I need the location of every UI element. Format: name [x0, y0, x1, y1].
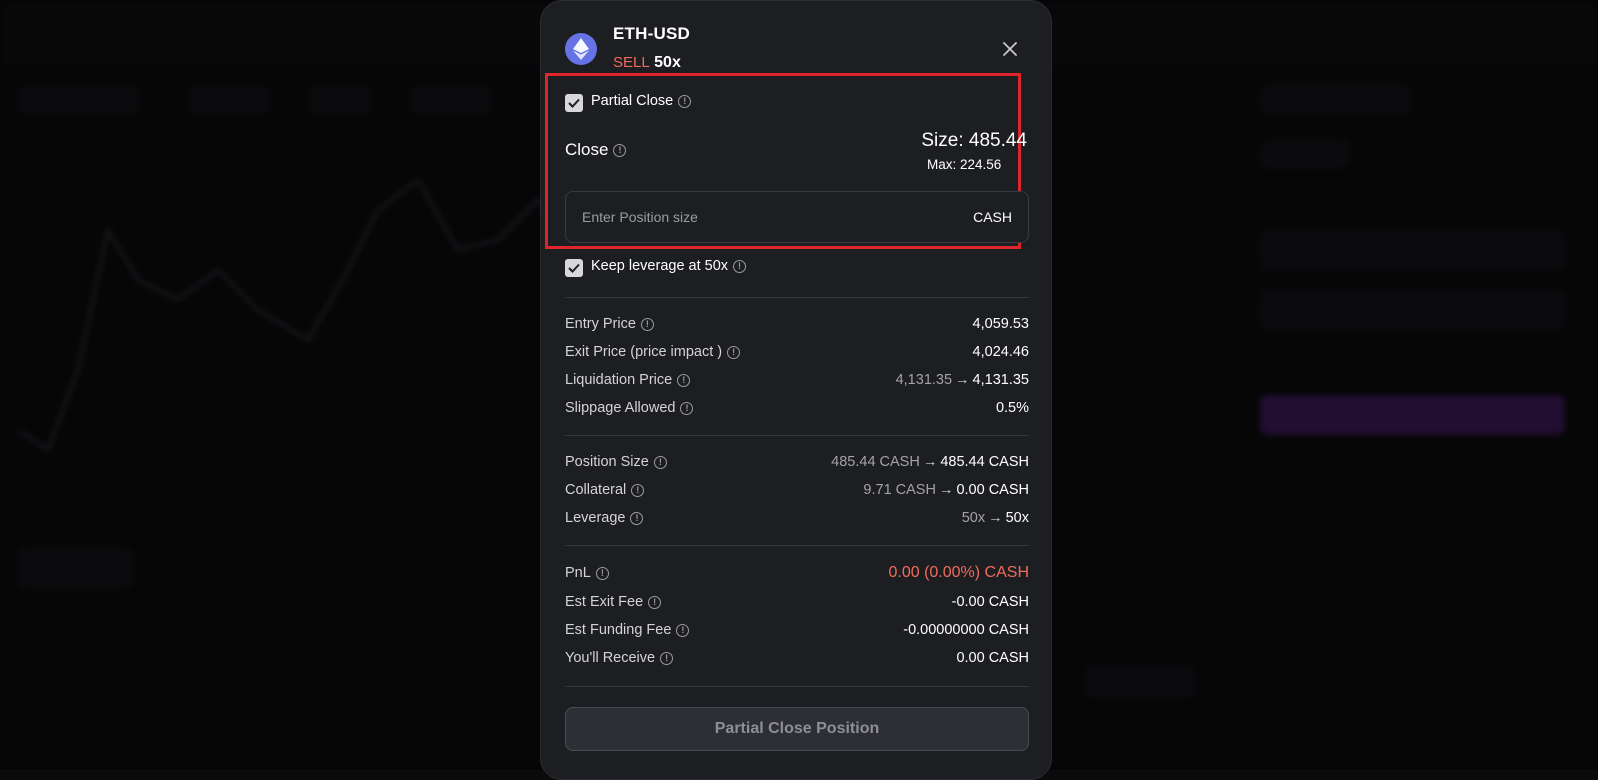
max-size-readout: Max: 224.56: [927, 157, 1001, 172]
row-label: Position Size!: [565, 454, 667, 470]
arrow-right-icon: →: [939, 482, 954, 498]
exit-fee-row: Est Exit Fee! -0.00 CASH: [565, 592, 1029, 614]
info-icon[interactable]: !: [680, 402, 693, 415]
close-icon[interactable]: [999, 38, 1021, 60]
exit-fee-value: -0.00 CASH: [952, 594, 1029, 610]
close-text: Close: [565, 140, 608, 159]
divider: [565, 545, 1029, 546]
partial-close-position-button[interactable]: Partial Close Position: [565, 707, 1029, 751]
partial-close-label: Partial Close!: [591, 93, 691, 109]
info-icon[interactable]: !: [677, 374, 690, 387]
info-icon[interactable]: !: [727, 346, 740, 359]
row-label: Collateral!: [565, 482, 644, 498]
position-size-readout: Size: 485.44: [921, 130, 1027, 152]
pnl-value: 0.00 (0.00%) CASH: [888, 564, 1029, 582]
row-label: Entry Price!: [565, 316, 654, 332]
info-icon[interactable]: !: [654, 456, 667, 469]
info-icon[interactable]: !: [613, 144, 626, 157]
info-icon[interactable]: !: [733, 260, 746, 273]
entry-price-row: Entry Price! 4,059.53: [565, 314, 1029, 336]
arrow-right-icon: →: [923, 454, 938, 470]
info-icon[interactable]: !: [676, 624, 689, 637]
keep-leverage-text: Keep leverage at 50x: [591, 258, 728, 274]
arrow-right-icon: →: [955, 372, 970, 388]
position-leverage: 50x: [654, 54, 681, 71]
row-label: Liquidation Price!: [565, 372, 690, 388]
divider: [565, 435, 1029, 436]
collateral-value: 9.71 CASH→0.00 CASH: [863, 482, 1029, 498]
row-label: Exit Price (price impact )!: [565, 344, 740, 360]
pnl-row: PnL! 0.00 (0.00%) CASH: [565, 563, 1029, 585]
liquidation-price-row: Liquidation Price! 4,131.35→4,131.35: [565, 370, 1029, 392]
position-size-value: 485.44 CASH→485.44 CASH: [831, 454, 1029, 470]
divider: [565, 686, 1029, 687]
position-side-leverage: SELL 50x: [613, 54, 681, 72]
receive-row: You'll Receive! 0.00 CASH: [565, 648, 1029, 670]
leverage-value: 50x→50x: [962, 510, 1029, 526]
funding-fee-row: Est Funding Fee! -0.00000000 CASH: [565, 620, 1029, 642]
row-label: Est Exit Fee!: [565, 594, 661, 610]
keep-leverage-label: Keep leverage at 50x!: [591, 258, 746, 274]
leverage-row: Leverage! 50x→50x: [565, 508, 1029, 530]
info-icon[interactable]: !: [631, 484, 644, 497]
partial-close-checkbox[interactable]: [565, 94, 583, 112]
exit-price-value: 4,024.46: [973, 344, 1029, 360]
position-size-input[interactable]: [582, 206, 942, 228]
info-icon[interactable]: !: [648, 596, 661, 609]
funding-fee-value: -0.00000000 CASH: [903, 622, 1029, 638]
info-icon[interactable]: !: [630, 512, 643, 525]
modal-title-pair: ETH-USD: [613, 24, 690, 44]
row-label: Est Funding Fee!: [565, 622, 689, 638]
keep-leverage-checkbox[interactable]: [565, 259, 583, 277]
info-icon[interactable]: !: [641, 318, 654, 331]
divider: [565, 297, 1029, 298]
size-unit-label: CASH: [973, 209, 1012, 225]
row-label: Slippage Allowed!: [565, 400, 693, 416]
partial-close-text: Partial Close: [591, 93, 673, 109]
position-size-row: Position Size! 485.44 CASH→485.44 CASH: [565, 452, 1029, 474]
info-icon[interactable]: !: [596, 567, 609, 580]
collateral-row: Collateral! 9.71 CASH→0.00 CASH: [565, 480, 1029, 502]
info-icon[interactable]: !: [678, 95, 691, 108]
position-size-field[interactable]: CASH: [565, 191, 1029, 243]
receive-value: 0.00 CASH: [956, 650, 1029, 666]
ethereum-icon: [565, 33, 597, 65]
row-label: You'll Receive!: [565, 650, 673, 666]
slippage-value: 0.5%: [996, 400, 1029, 416]
close-position-modal: ETH-USD SELL 50x Partial Close! Close! S…: [540, 0, 1052, 780]
row-label: Leverage!: [565, 510, 643, 526]
info-icon[interactable]: !: [660, 652, 673, 665]
entry-price-value: 4,059.53: [973, 316, 1029, 332]
row-label: PnL!: [565, 565, 609, 581]
slippage-row: Slippage Allowed! 0.5%: [565, 398, 1029, 420]
exit-price-row: Exit Price (price impact )! 4,024.46: [565, 342, 1029, 364]
close-label: Close!: [565, 140, 626, 160]
liquidation-price-value: 4,131.35→4,131.35: [896, 372, 1029, 388]
position-side: SELL: [613, 54, 650, 71]
arrow-right-icon: →: [988, 510, 1003, 526]
